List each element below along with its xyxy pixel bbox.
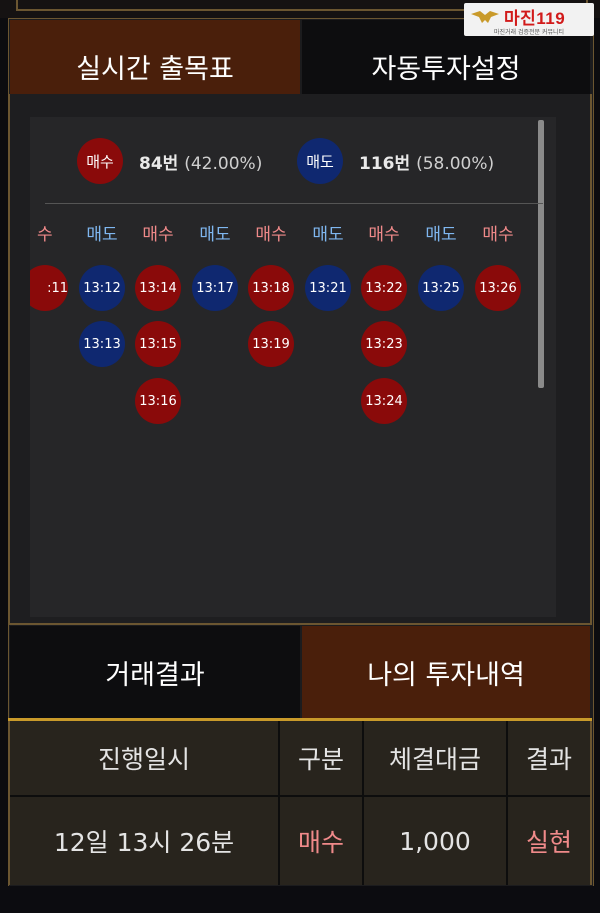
sell-legend-label: 매도 [306, 152, 334, 171]
header-date: 진행일시 [97, 745, 190, 774]
buy-legend-dot: 매수 [77, 138, 123, 184]
result-bubble: 13:19 [248, 321, 294, 367]
result-bubble: 13:12 [79, 265, 125, 311]
page-bottom [0, 886, 600, 913]
buy-legend-label: 매수 [86, 152, 114, 171]
result-bubble: 13:22 [361, 265, 407, 311]
tab-trade-result-label: 거래결과 [105, 659, 205, 691]
row-type: 매수 [297, 828, 344, 857]
header-result: 결과 [525, 745, 572, 774]
row-date: 12일 13시 26분 [53, 828, 235, 857]
result-bubble: 13:23 [361, 321, 407, 367]
buy-count: 84번 [139, 154, 179, 174]
table-col-divider [506, 721, 508, 885]
watermark-subtitle: 마진거래 검증전문 커뮤니티 [494, 29, 565, 36]
column-header: 매수 [368, 225, 400, 245]
sell-summary: 116번 (58.00%) [359, 149, 494, 174]
result-bubble: 13:16 [135, 378, 181, 424]
result-bubble: 13:18 [248, 265, 294, 311]
column-header: 매수 [255, 225, 287, 245]
column-header: 매도 [425, 225, 457, 245]
row-amount: 1,000 [399, 826, 471, 856]
table-col-divider [362, 721, 364, 885]
panel-left-gutter [10, 120, 30, 617]
column-header: 매수 [482, 225, 514, 245]
result-bubble: 13:26 [475, 265, 521, 311]
watermark-logo: 마진119 마진거래 검증전문 커뮤니티 [464, 3, 594, 36]
column-header: 매도 [86, 225, 118, 245]
chart-scrollbar[interactable] [538, 120, 544, 388]
result-bubble: 13:25 [418, 265, 464, 311]
table-col-divider [278, 721, 280, 885]
sell-legend-dot: 매도 [297, 138, 343, 184]
watermark-title: 마진119 [504, 9, 566, 28]
result-bubble: 13:15 [135, 321, 181, 367]
column-header: 매도 [199, 225, 231, 245]
column-header: 매도 [312, 225, 344, 245]
chart-divider [45, 203, 543, 204]
tab-my-history-label: 나의 투자내역 [367, 659, 525, 691]
tab-realtime-label: 실시간 출목표 [76, 53, 234, 85]
eagle-icon [471, 11, 499, 23]
chart-panel [30, 117, 556, 617]
tab-auto-invest-label: 자동투자설정 [371, 53, 521, 85]
buy-percent: (42.00%) [184, 154, 263, 174]
column-header: 매수 [142, 225, 174, 245]
buy-summary: 84번 (42.00%) [139, 149, 262, 174]
result-bubble: 13:21 [305, 265, 351, 311]
header-type: 구분 [297, 745, 344, 774]
result-bubble: 13:17 [192, 265, 238, 311]
sell-count: 116번 [359, 154, 411, 174]
tab-my-history[interactable]: 나의 투자내역 [302, 626, 590, 718]
section-divider [8, 623, 592, 625]
sell-percent: (58.00%) [416, 154, 495, 174]
result-bubble: 13:14 [135, 265, 181, 311]
history-table: 진행일시 구분 체결대금 결과 12일 13시 26분 매수 1,000 실현 [8, 721, 592, 885]
column-header: 수 [37, 225, 53, 245]
tab-trade-result[interactable]: 거래결과 [10, 626, 300, 718]
row-result: 실현 [525, 828, 572, 857]
result-bubble: 13:24 [361, 378, 407, 424]
result-bubble: 13:13 [79, 321, 125, 367]
header-amount: 체결대금 [388, 745, 481, 774]
